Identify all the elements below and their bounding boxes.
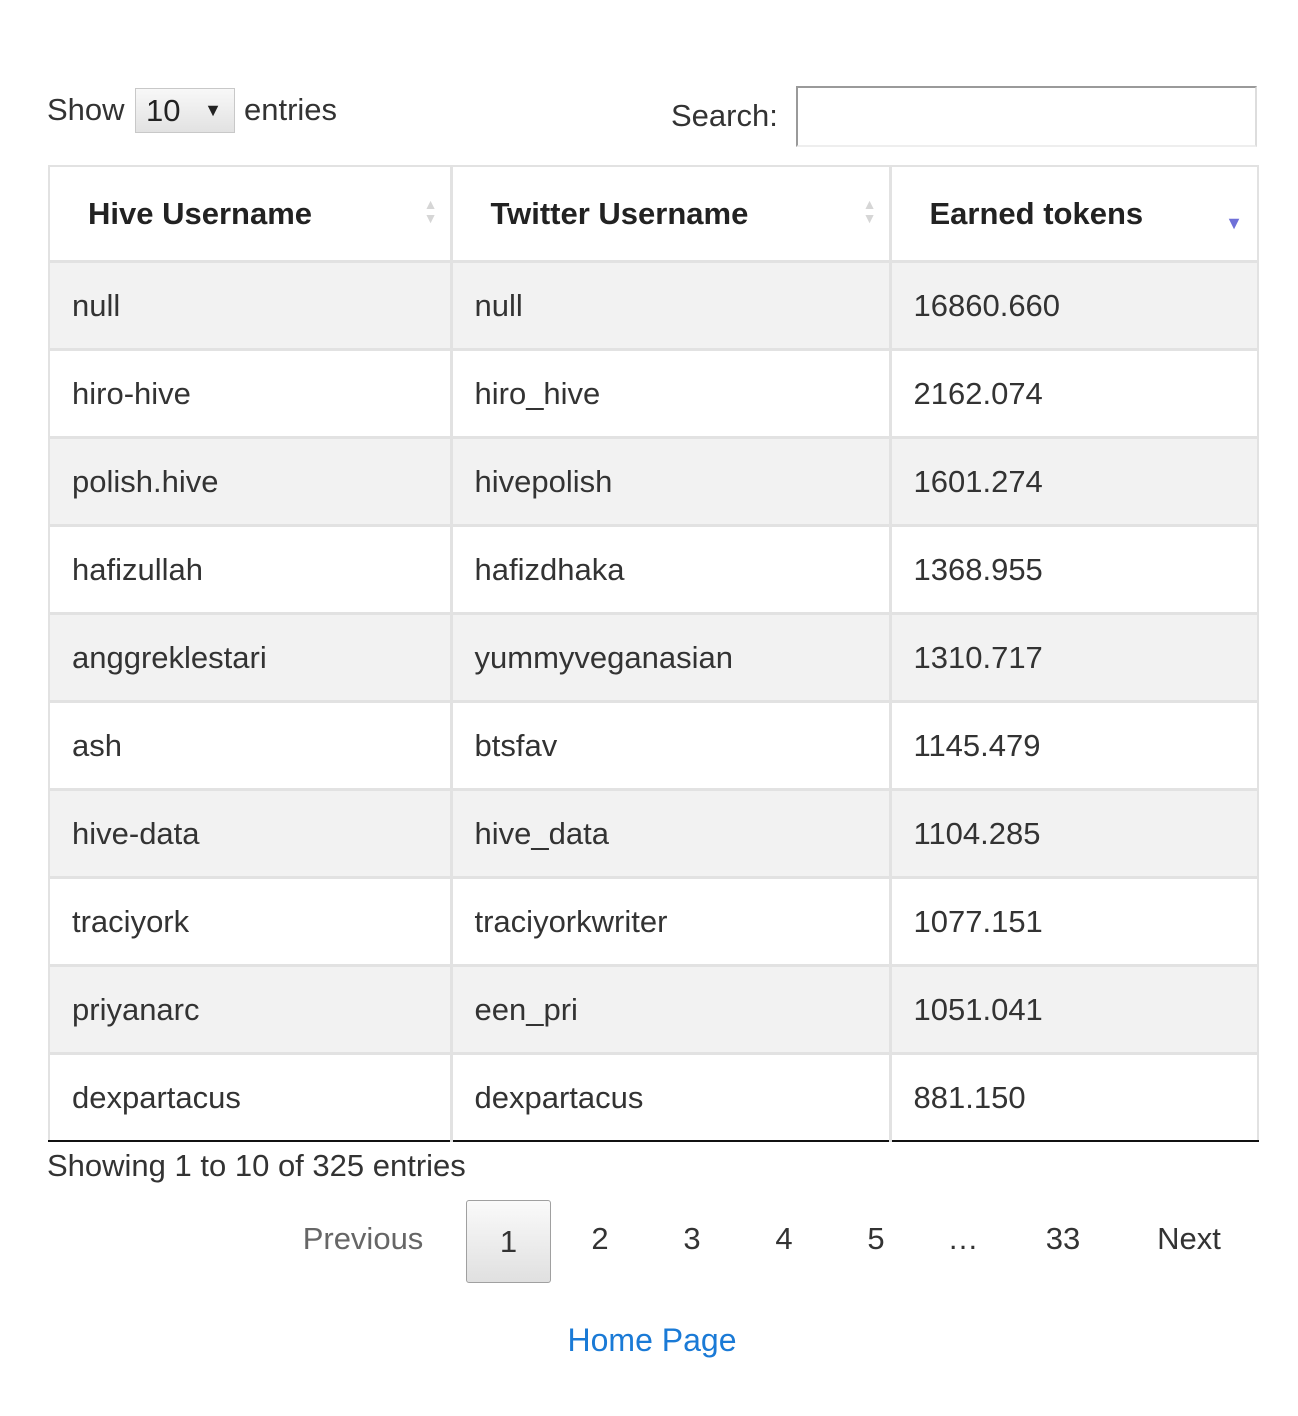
table-row: hiro-hive hiro_hive 2162.074 — [49, 348, 1258, 438]
page-button[interactable]: 2 — [591, 1221, 608, 1257]
page-button-current[interactable]: 1 — [466, 1200, 551, 1283]
table-row: anggreklestari yummyveganasian 1310.717 — [49, 612, 1258, 702]
column-header-twitter-username[interactable]: Twitter Username ▲ ▼ — [451, 166, 892, 263]
earned-tokens-cell: 1368.955 — [890, 524, 1258, 614]
header-row: Hive Username ▲ ▼ Twitter Username ▲ ▼ Earne… — [49, 166, 1258, 263]
header-label: Hive Username — [88, 195, 313, 231]
earned-tokens-cell: 1601.274 — [890, 436, 1258, 526]
page-button[interactable]: 3 — [683, 1221, 700, 1257]
entries-label: entries — [244, 92, 338, 127]
table-row: priyanarc een_pri 1051.041 — [49, 964, 1258, 1054]
column-header-hive-username[interactable]: Hive Username ▲ ▼ — [49, 166, 453, 263]
tokens-table: Hive Username ▲ ▼ Twitter Username ▲ ▼ Earne… — [48, 165, 1259, 1142]
table-row: hafizullah hafizdhaka 1368.955 — [49, 524, 1258, 614]
sort-both-icon: ▲ ▼ — [423, 196, 438, 226]
hive-username-cell: dexpartacus — [49, 1052, 453, 1141]
twitter-username-cell: hafizdhaka — [451, 524, 892, 614]
earned-tokens-cell: 1310.717 — [890, 612, 1258, 702]
hive-username-cell: polish.hive — [49, 436, 453, 526]
column-header-earned-tokens[interactable]: Earned tokens ▼ — [890, 166, 1258, 263]
previous-button[interactable]: Previous — [303, 1221, 424, 1257]
hive-username-cell: traciyork — [49, 876, 453, 966]
earned-tokens-cell: 1051.041 — [890, 964, 1258, 1054]
twitter-username-cell: hiro_hive — [451, 348, 892, 438]
twitter-username-cell: btsfav — [451, 700, 892, 790]
length-value: 10 — [146, 93, 181, 128]
twitter-username-cell: yummyveganasian — [451, 612, 892, 702]
earned-tokens-cell: 881.150 — [890, 1052, 1258, 1141]
twitter-username-cell: null — [451, 260, 892, 350]
table-row: polish.hive hivepolish 1601.274 — [49, 436, 1258, 526]
earned-tokens-cell: 16860.660 — [890, 260, 1258, 350]
page-button[interactable]: 5 — [867, 1221, 884, 1257]
twitter-username-cell: traciyorkwriter — [451, 876, 892, 966]
entries-length-select[interactable]: 10 ▼ — [135, 88, 235, 133]
hive-username-cell: null — [49, 260, 453, 350]
twitter-username-cell: hivepolish — [451, 436, 892, 526]
search-input[interactable] — [796, 86, 1257, 147]
sort-desc-icon: ▼ — [1225, 213, 1243, 233]
hive-username-cell: hive-data — [49, 788, 453, 878]
page-button[interactable]: 33 — [1046, 1221, 1080, 1257]
hive-username-cell: ash — [49, 700, 453, 790]
search-label: Search: — [671, 98, 778, 133]
sort-both-icon: ▲ ▼ — [862, 196, 877, 226]
page-button[interactable]: 4 — [775, 1221, 792, 1257]
header-label: Twitter Username — [490, 195, 749, 231]
table-row: ash btsfav 1145.479 — [49, 700, 1258, 790]
pagination-ellipsis: … — [947, 1221, 979, 1256]
earned-tokens-cell: 1145.479 — [890, 700, 1258, 790]
show-label: Show — [47, 92, 125, 127]
home-page-link[interactable]: Home Page — [568, 1322, 737, 1359]
hive-username-cell: hafizullah — [49, 524, 453, 614]
hive-username-cell: priyanarc — [49, 964, 453, 1054]
table-row: hive-data hive_data 1104.285 — [49, 788, 1258, 878]
earned-tokens-cell: 2162.074 — [890, 348, 1258, 438]
hive-username-cell: anggreklestari — [49, 612, 453, 702]
table-row: dexpartacus dexpartacus 881.150 — [49, 1052, 1258, 1141]
earned-tokens-cell: 1077.151 — [890, 876, 1258, 966]
next-button[interactable]: Next — [1157, 1221, 1221, 1257]
twitter-username-cell: hive_data — [451, 788, 892, 878]
table-info: Showing 1 to 10 of 325 entries — [47, 1148, 466, 1183]
hive-username-cell: hiro-hive — [49, 348, 453, 438]
table-row: null null 16860.660 — [49, 260, 1258, 350]
twitter-username-cell: een_pri — [451, 964, 892, 1054]
twitter-username-cell: dexpartacus — [451, 1052, 892, 1141]
table-row: traciyork traciyorkwriter 1077.151 — [49, 876, 1258, 966]
earned-tokens-cell: 1104.285 — [890, 788, 1258, 878]
caret-down-icon: ▼ — [204, 100, 222, 120]
header-label: Earned tokens — [929, 195, 1144, 231]
